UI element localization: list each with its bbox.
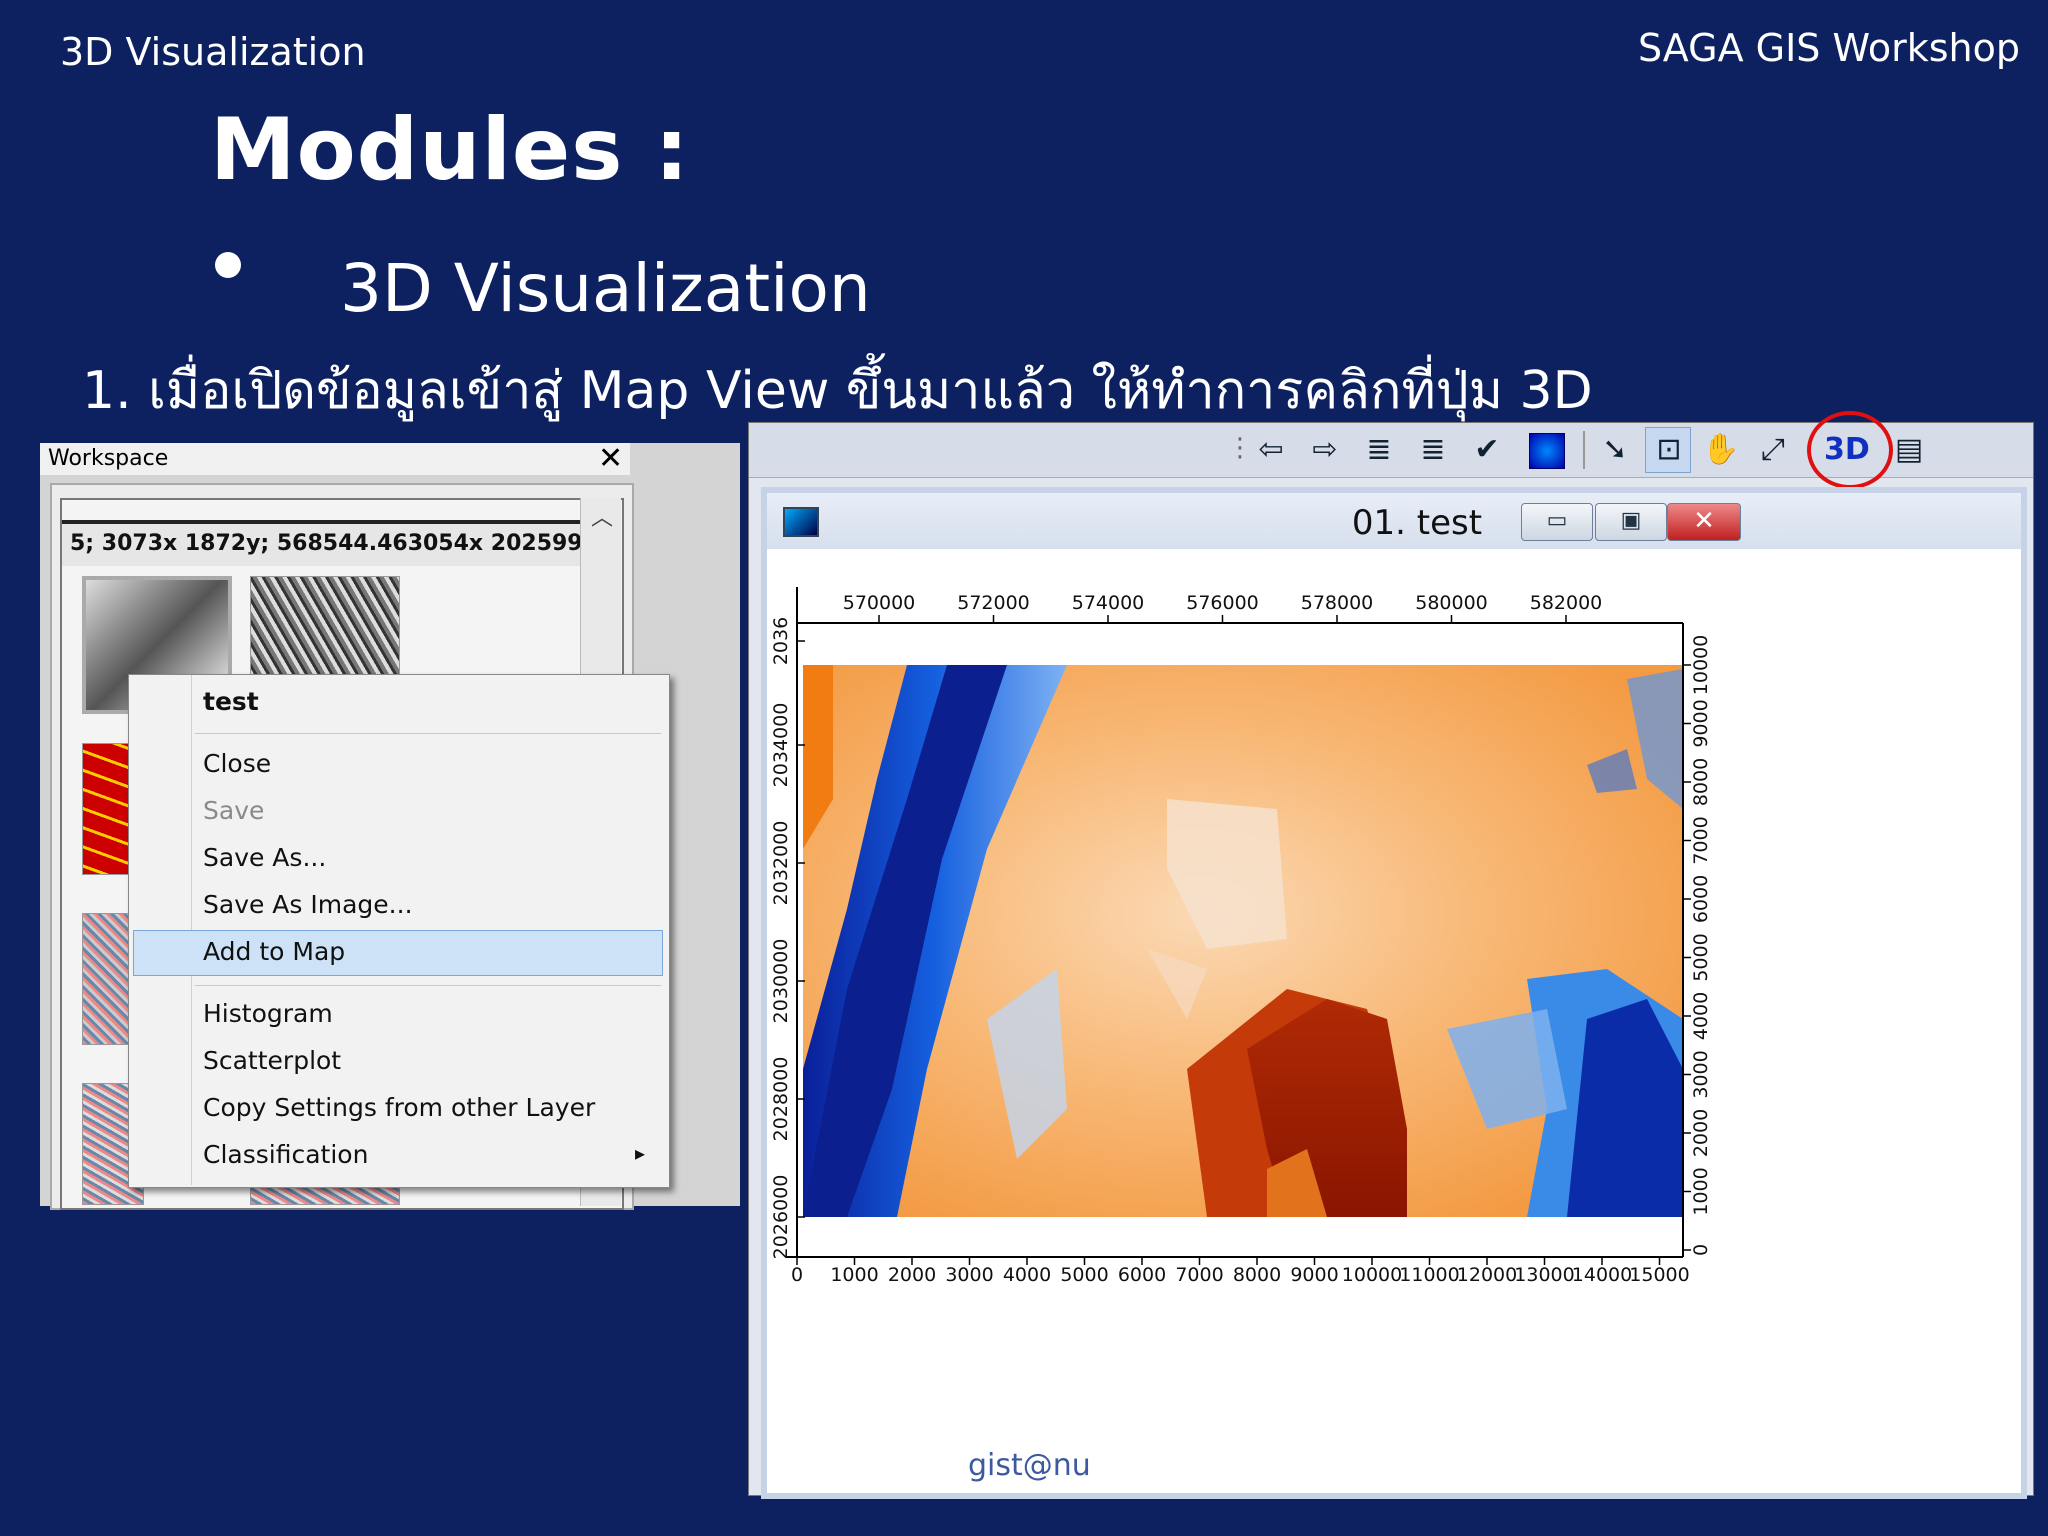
layer-info-text: 5; 3073x 1872y; 568544.463054x 2025994.0… <box>70 531 618 556</box>
left-axis-label: 2032000 <box>770 821 792 906</box>
header-left: 3D Visualization <box>60 30 366 74</box>
step-instruction: 1. เมื่อเปิดข้อมูลเข้าสู่ Map View ขึ้นม… <box>82 361 1593 421</box>
bottom-axis-label: 1000 <box>830 1264 878 1286</box>
map-toolbar: ⋮ ⇦ ⇨ ≣ ≣ ✔ ➘ ⊡ ✋ ⤢ 3D ▤ <box>749 411 2033 489</box>
top-axis-label: 580000 <box>1415 592 1488 614</box>
slide-title: Modules : <box>210 100 690 200</box>
right-axis-label: 9000 <box>1690 699 1712 747</box>
right-axis-label: 8000 <box>1690 758 1712 806</box>
scroll-up-icon[interactable]: ︿ <box>591 500 613 532</box>
map-svg[interactable]: 570000 572000 574000 576000 578000 580000 5820… <box>767 549 2021 1493</box>
bottom-axis-label: 0 <box>791 1264 803 1286</box>
bullet-text: 3D Visualization <box>340 250 871 327</box>
bottom-axis-ticks: 0 1000 2000 3000 4000 5000 6000 7000 8000 9000 100… <box>791 1257 1690 1286</box>
top-axis-label: 578000 <box>1301 592 1374 614</box>
layer-info-bar: 5; 3073x 1872y; 568544.463054x 2025994.0… <box>62 520 618 566</box>
pan-hand-icon[interactable]: ✋ <box>1701 430 1741 470</box>
highlight-circle <box>1807 411 1893 489</box>
bottom-axis-label: 5000 <box>1060 1264 1108 1286</box>
top-axis-label: 570000 <box>843 592 916 614</box>
right-axis-label: 6000 <box>1690 875 1712 923</box>
bottom-axis-label: 11000 <box>1399 1264 1459 1286</box>
bottom-axis-label: 4000 <box>1003 1264 1051 1286</box>
menu-item-save[interactable]: Save <box>203 796 264 825</box>
menu-item-copy-settings[interactable]: Copy Settings from other Layer <box>203 1093 595 1122</box>
bottom-axis-label: 13000 <box>1514 1264 1574 1286</box>
bottom-axis-label: 14000 <box>1572 1264 1632 1286</box>
bottom-axis-label: 6000 <box>1118 1264 1166 1286</box>
right-axis-label: 10000 <box>1690 635 1712 695</box>
menu-header-test: test <box>203 687 259 716</box>
zoom-glyph-icon: ⊡ <box>1656 432 1682 467</box>
header-right: SAGA GIS Workshop <box>1637 26 2020 70</box>
right-axis-label: 2000 <box>1690 1109 1712 1157</box>
right-axis-label: 5000 <box>1690 933 1712 981</box>
bottom-axis-label: 15000 <box>1629 1264 1689 1286</box>
print-layout-icon[interactable]: ▤ <box>1889 430 1929 470</box>
bottom-axis-label: 2000 <box>888 1264 936 1286</box>
toolbar-separator <box>1583 431 1585 469</box>
left-axis-label: 2028000 <box>770 1057 792 1142</box>
map-view-window: ⋮ ⇦ ⇨ ≣ ≣ ✔ ➘ ⊡ ✋ ⤢ 3D ▤ 01. test ▭ ▣ ✕ <box>748 411 2034 1499</box>
left-axis-ticks: 2036 2034000 2032000 2030000 2028000 2026000 <box>770 617 805 1259</box>
close-button[interactable]: ✕ <box>1667 503 1741 541</box>
arrow-cursor-icon[interactable]: ➘ <box>1595 430 1635 470</box>
blue-square-icon[interactable] <box>1529 433 1565 469</box>
right-axis-label: 3000 <box>1690 1050 1712 1098</box>
bottom-axis-label: 12000 <box>1457 1264 1517 1286</box>
menu-separator <box>195 985 661 986</box>
menu-item-add-to-map[interactable]: Add to Map <box>203 937 345 966</box>
menu-item-close[interactable]: Close <box>203 749 271 778</box>
top-axis-label: 572000 <box>957 592 1030 614</box>
minimize-button[interactable]: ▭ <box>1521 503 1593 541</box>
submenu-arrow-icon: ▸ <box>635 1141 646 1165</box>
forward-icon[interactable]: ⇨ <box>1305 430 1345 470</box>
layer-import-icon[interactable]: ≣ <box>1359 430 1399 470</box>
bottom-axis-label: 9000 <box>1290 1264 1338 1286</box>
menu-item-save-as-image[interactable]: Save As Image... <box>203 890 413 919</box>
menu-item-histogram[interactable]: Histogram <box>203 999 333 1028</box>
menu-item-scatterplot[interactable]: Scatterplot <box>203 1046 341 1075</box>
left-axis-label: 2030000 <box>770 939 792 1024</box>
layer-export-icon[interactable]: ≣ <box>1413 430 1453 470</box>
menu-separator <box>195 733 661 734</box>
toolbar-grip-icon[interactable]: ⋮ <box>1227 433 1253 463</box>
left-axis-label: 2036 <box>770 617 792 665</box>
menu-item-classification[interactable]: Classification <box>203 1140 368 1169</box>
left-axis-label: 2026000 <box>770 1175 792 1260</box>
right-axis-label: 4000 <box>1690 992 1712 1040</box>
dem-raster <box>803 665 1683 1217</box>
bottom-axis-label: 8000 <box>1233 1264 1281 1286</box>
back-icon[interactable]: ⇦ <box>1251 430 1291 470</box>
watermark: gist@nu <box>968 1448 1091 1483</box>
map-canvas[interactable]: 570000 572000 574000 576000 578000 580000 5820… <box>767 549 2021 1493</box>
right-axis-ticks: 1000090008000700060005000400030002000100… <box>1683 635 1712 1256</box>
right-axis-label: 7000 <box>1690 816 1712 864</box>
menu-item-save-as[interactable]: Save As... <box>203 843 326 872</box>
map-window-icon <box>783 507 819 537</box>
right-axis-label: 0 <box>1690 1244 1712 1256</box>
context-menu: test Close Save Save As... Save As Image… <box>128 674 670 1188</box>
maximize-button[interactable]: ▣ <box>1595 503 1667 541</box>
checkmark-layers-icon[interactable]: ✔ <box>1467 430 1507 470</box>
top-axis-label: 574000 <box>1072 592 1145 614</box>
right-axis-label: 1000 <box>1690 1167 1712 1215</box>
bottom-axis-label: 3000 <box>945 1264 993 1286</box>
close-icon[interactable]: ✕ <box>598 441 623 476</box>
left-axis-label: 2034000 <box>770 703 792 788</box>
workspace-titlebar: Workspace ✕ <box>40 441 630 476</box>
measure-icon[interactable]: ⤢ <box>1753 430 1793 470</box>
bottom-axis-label: 7000 <box>1175 1264 1223 1286</box>
top-axis-label: 582000 <box>1530 592 1603 614</box>
top-axis-ticks: 570000 572000 574000 576000 578000 580000 5820… <box>843 592 1603 623</box>
bottom-axis-label: 10000 <box>1342 1264 1402 1286</box>
top-axis-label: 576000 <box>1186 592 1259 614</box>
workspace-title: Workspace <box>48 446 169 471</box>
map-child-window: 01. test ▭ ▣ ✕ 570000 572000 574000 5760… <box>761 487 2027 1499</box>
bullet-icon <box>215 252 241 278</box>
child-titlebar: 01. test ▭ ▣ ✕ <box>767 493 2021 549</box>
